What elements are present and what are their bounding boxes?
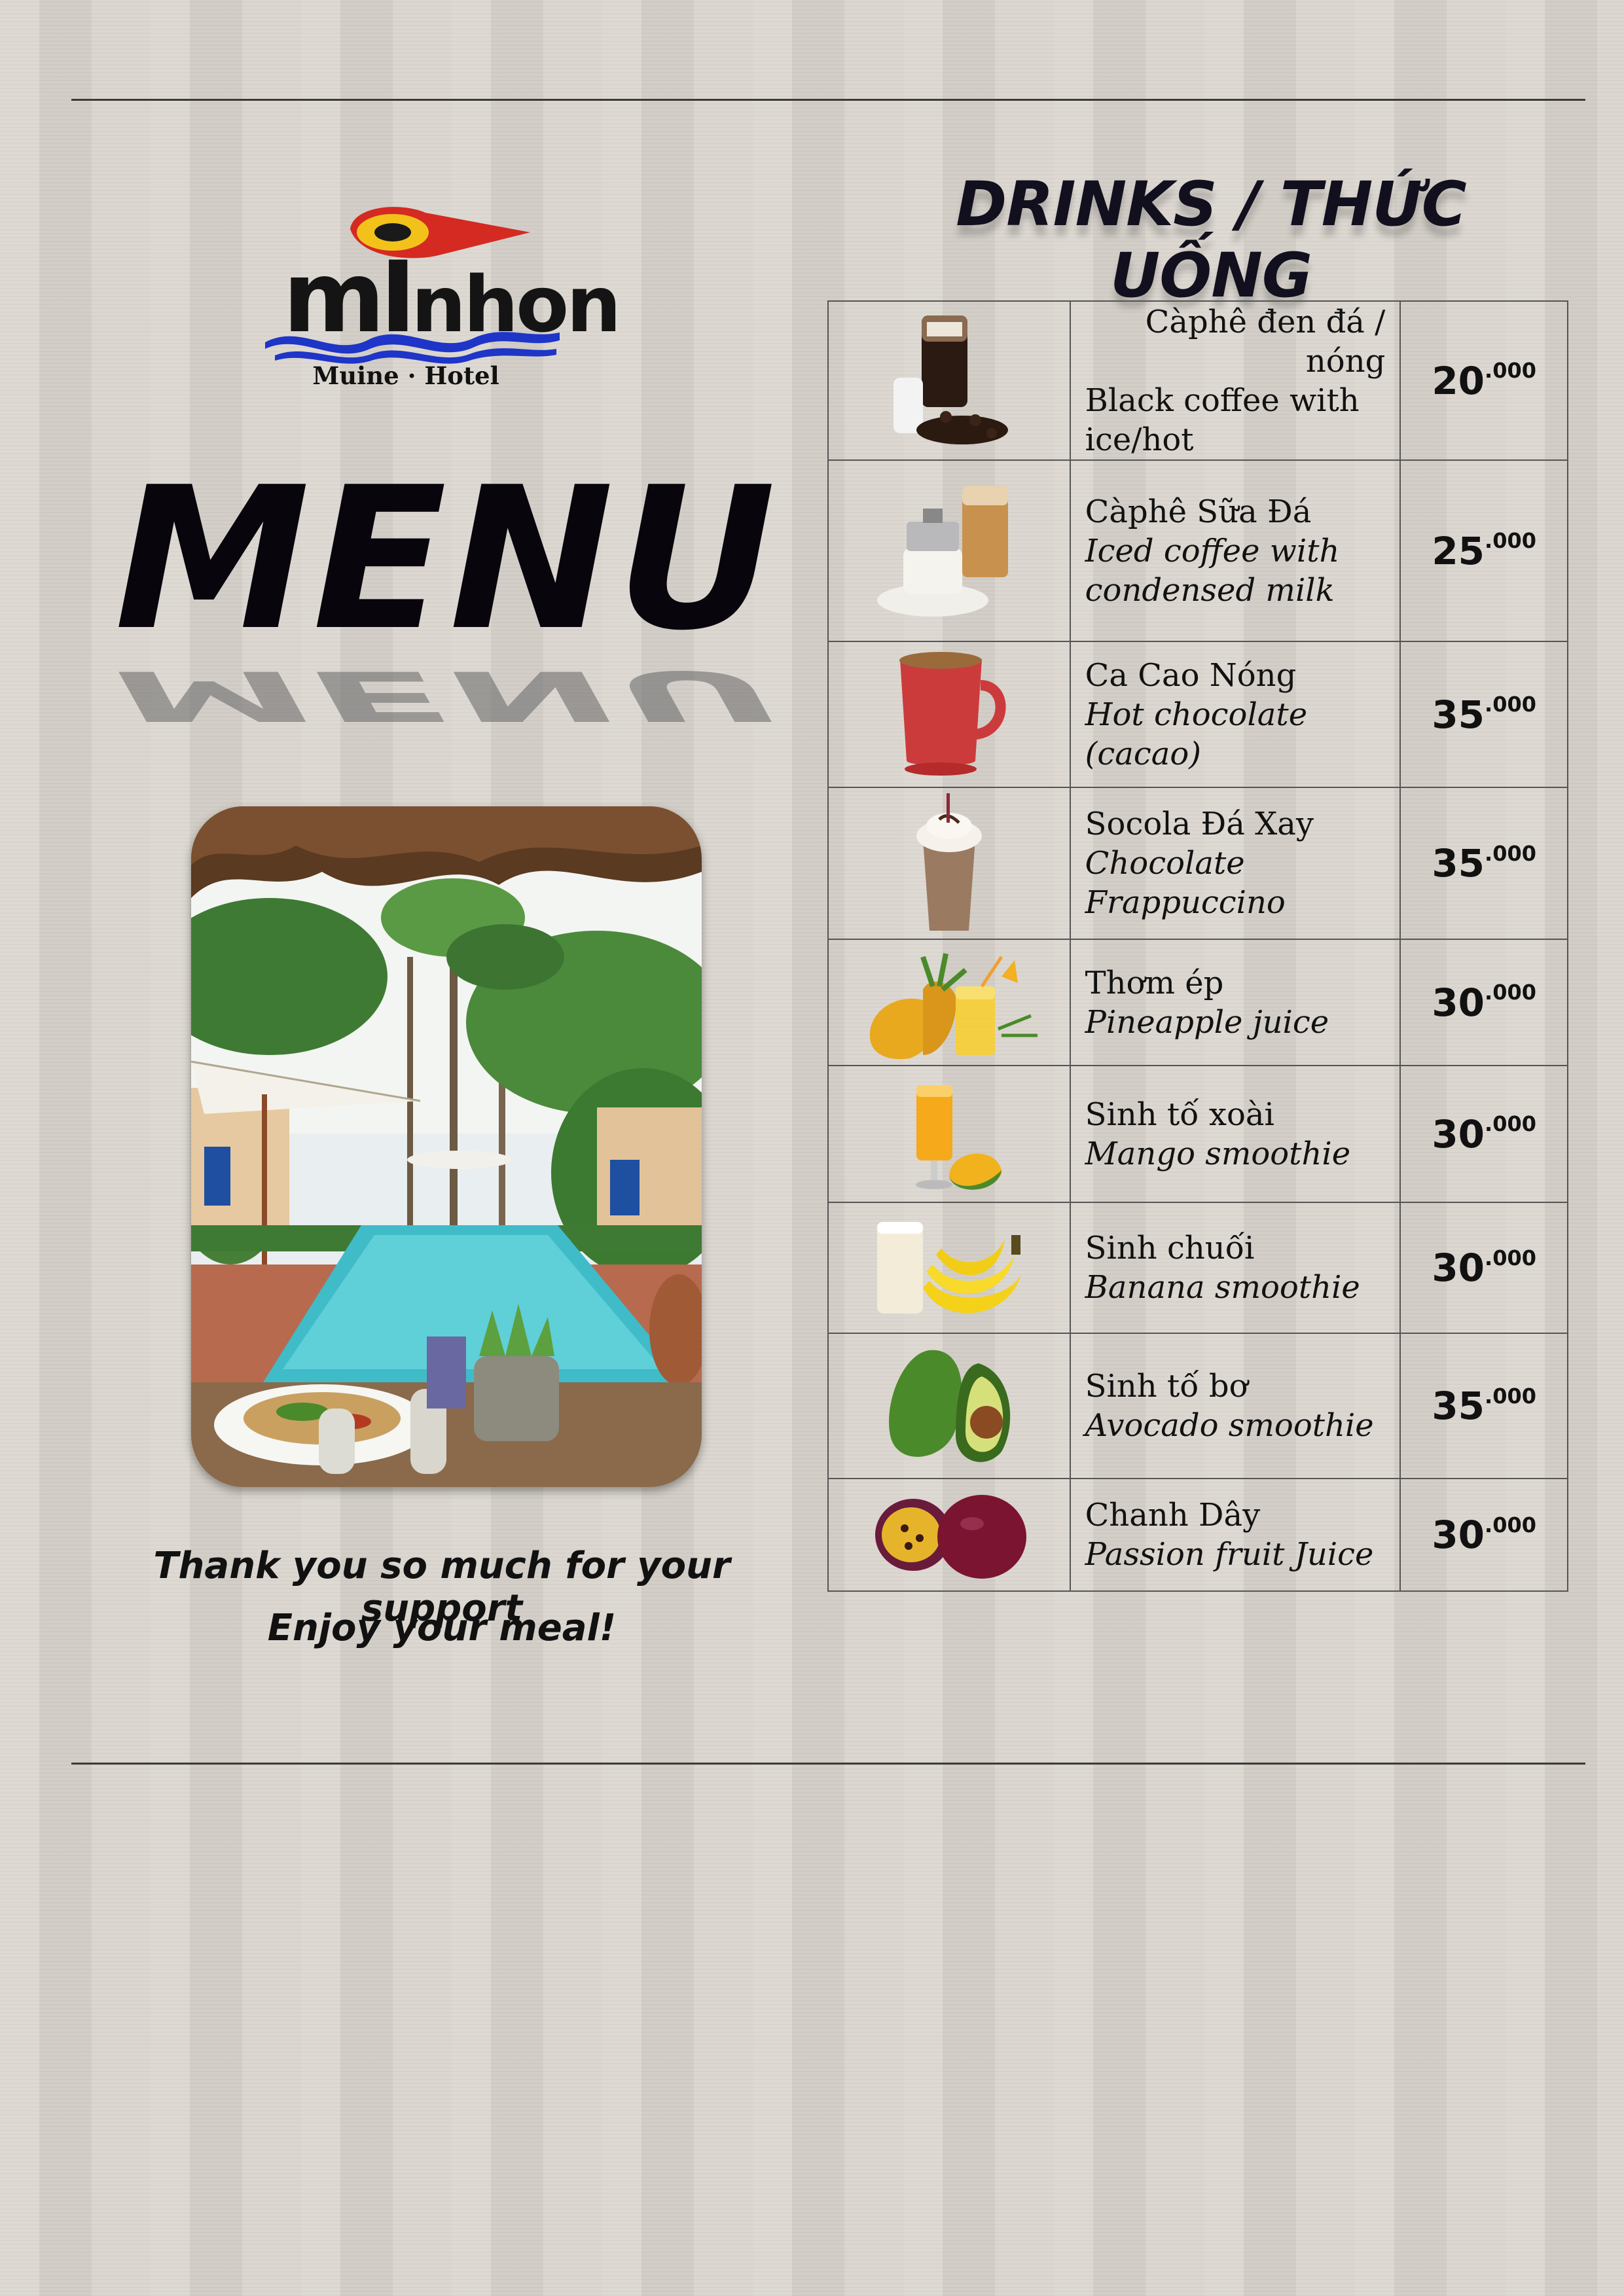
- table-row: Càphê đen đá / nóng Black coffee with ic…: [827, 300, 1568, 461]
- table-row: Sinh chuối Banana smoothie 30.000: [827, 1202, 1568, 1334]
- banana-smoothie-icon: [876, 1222, 1021, 1314]
- drink-name-vn: Chanh Dây: [1085, 1497, 1261, 1534]
- logo-subtitle: Muine · Hotel: [312, 361, 499, 390]
- passion-fruit-icon: [875, 1495, 1026, 1579]
- menu-title-reflection: MENU: [115, 655, 779, 736]
- table-row: Sinh tố xoài Mango smoothie 30.000: [827, 1065, 1568, 1203]
- drink-name-en: Chocolate Frappuccino: [1085, 845, 1286, 921]
- iced-milk-coffee-icon: [876, 485, 1008, 617]
- top-divider: [71, 99, 1585, 101]
- drink-name-vn: Thơm ép: [1085, 964, 1224, 1001]
- drink-name-vn: Socola Đá Xay: [1085, 806, 1314, 842]
- drink-name-vn: Sinh tố bơ: [1085, 1368, 1248, 1405]
- drink-name-en: Black coffee with ice/hot: [1085, 382, 1360, 458]
- pineapple-juice-icon: [869, 952, 1038, 1059]
- drink-price: 25.000: [1399, 459, 1568, 642]
- bottom-divider: [71, 1763, 1585, 1765]
- drink-price: 35.000: [1399, 641, 1568, 788]
- drink-name-vn: Sinh chuối: [1085, 1230, 1255, 1266]
- drinks-menu-table: Càphê đen đá / nóng Black coffee with ic…: [827, 300, 1568, 1592]
- mango-smoothie-icon: [915, 1085, 1002, 1190]
- drink-name-vn: Ca Cao Nóng: [1085, 656, 1297, 694]
- drink-price: 35.000: [1399, 787, 1568, 940]
- drink-name-en: Banana smoothie: [1085, 1269, 1360, 1306]
- hotel-pool-photo: [191, 806, 702, 1487]
- drink-name-vn: Càphê đen đá / nóng: [1145, 303, 1386, 380]
- menu-title: MENU: [115, 445, 779, 673]
- drink-name-en: Mango smoothie: [1085, 1135, 1351, 1172]
- table-row: Ca Cao Nóng Hot chocolate (cacao) 35.000: [827, 641, 1568, 788]
- drinks-heading: DRINKS / THỨC UỐNG: [956, 169, 1466, 312]
- table-row: Chanh Dây Passion fruit Juice 30.000: [827, 1478, 1568, 1592]
- table-row: Càphê Sữa Đá Iced coffee with condensed …: [827, 459, 1568, 642]
- table-row: Sinh tố bơ Avocado smoothie 35.000: [827, 1333, 1568, 1479]
- drink-name-en: Avocado smoothie: [1085, 1407, 1374, 1444]
- hotel-logo: mInhon Muine · Hotel: [262, 196, 621, 393]
- enjoy-meal-text: Enjoy your meal!: [267, 1607, 617, 1649]
- drink-price: 30.000: [1399, 1478, 1568, 1592]
- waves-icon: [265, 332, 560, 364]
- avocado-icon: [888, 1350, 1011, 1462]
- drink-price: 30.000: [1399, 1065, 1568, 1203]
- drink-name-vn: Càphê Sữa Đá: [1085, 493, 1312, 530]
- drink-name-en: Passion fruit Juice: [1085, 1536, 1374, 1573]
- drink-price: 30.000: [1399, 1202, 1568, 1334]
- drink-name-en: Hot chocolate (cacao): [1085, 696, 1308, 772]
- black-coffee-icon: [893, 315, 1008, 444]
- drink-name-vn: Sinh tố xoài: [1085, 1096, 1274, 1133]
- drink-name-en: Iced coffee with condensed milk: [1085, 532, 1340, 609]
- drink-name-en: Pineapple juice: [1085, 1003, 1329, 1041]
- table-row: Socola Đá Xay Chocolate Frappuccino 35.0…: [827, 787, 1568, 940]
- table-row: Thơm ép Pineapple juice 30.000: [827, 939, 1568, 1066]
- drink-price: 35.000: [1399, 1333, 1568, 1479]
- drink-price: 20.000: [1399, 300, 1568, 461]
- frappuccino-icon: [916, 793, 982, 931]
- drink-price: 30.000: [1399, 939, 1568, 1066]
- hot-chocolate-mug-icon: [899, 651, 1006, 776]
